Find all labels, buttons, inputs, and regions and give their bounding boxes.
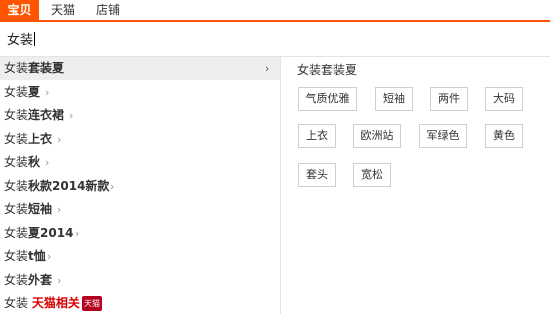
attribute-tag[interactable]: 两件 — [430, 87, 468, 111]
detail-title: 女装套装夏 — [297, 63, 358, 77]
suggestion-text: 女装秋 — [4, 151, 40, 174]
suggestion-text: 女装夏2014 — [4, 222, 73, 245]
suggestion-text: 女装外套 — [4, 269, 52, 292]
search-scope-tabs: 宝贝 天猫 店铺 — [0, 0, 550, 22]
suggestion-completion: 夏 — [28, 84, 41, 99]
suggestion-completion: t恤 — [28, 249, 46, 263]
attribute-tag[interactable]: 宽松 — [353, 163, 391, 187]
suggestion-text: 女装连衣裙 — [4, 104, 64, 127]
attribute-tag[interactable]: 大码 — [485, 87, 523, 111]
suggestion-completion: 秋款2014新款 — [28, 178, 110, 193]
tmall-related-label: 天猫相关 — [31, 296, 80, 310]
panel-divider — [280, 57, 281, 314]
attribute-tag[interactable]: 气质优雅 — [298, 87, 357, 111]
suggestion-prefix: 女装 — [4, 272, 29, 287]
suggestion-prefix: 女装 — [4, 108, 29, 122]
chevron-right-icon: › — [45, 156, 50, 169]
suggestion-prefix: 女装 — [4, 155, 29, 169]
suggestion-prefix: 女装 — [4, 61, 29, 75]
suggestion-text: 女装夏 — [4, 81, 40, 104]
suggestion-prefix: 女装 — [4, 249, 29, 263]
suggestion-prefix: 女装 — [4, 202, 29, 216]
suggestion-item[interactable]: 女装套装夏 › — [0, 57, 280, 80]
suggestion-completion: 外套 — [28, 272, 53, 287]
suggestion-text: 女装t恤 — [4, 245, 46, 268]
tab-baobei[interactable]: 宝贝 — [0, 0, 39, 22]
suggestion-prefix: 女装 — [4, 225, 29, 240]
suggestion-text: 女装 天猫相关 — [4, 292, 80, 314]
suggestion-completion: 连衣裙 — [28, 108, 65, 122]
suggestion-item[interactable]: 女装夏2014 › — [0, 222, 280, 245]
suggestion-completion: 短袖 — [28, 202, 53, 216]
suggestion-completion: 套装夏 — [28, 61, 65, 75]
chevron-right-icon: › — [45, 85, 50, 99]
attribute-tag[interactable]: 短袖 — [375, 87, 413, 111]
suggestion-item-tmall[interactable]: 女装 天猫相关 天猫 — [0, 292, 280, 314]
attribute-tag[interactable]: 黄色 — [485, 124, 523, 148]
suggestion-text: 女装上衣 — [4, 128, 52, 151]
chevron-right-icon: › — [57, 132, 62, 146]
chevron-right-icon: › — [57, 273, 62, 287]
suggestion-item[interactable]: 女装上衣 › — [0, 128, 280, 151]
suggestion-completion: 秋 — [28, 155, 41, 169]
suggestion-item[interactable]: 女装t恤 › — [0, 245, 280, 268]
suggestion-text: 女装短袖 — [4, 198, 52, 221]
suggestion-item[interactable]: 女装短袖 › — [0, 198, 280, 221]
chevron-right-icon: › — [110, 179, 115, 193]
chevron-right-icon: › — [47, 250, 52, 263]
tmall-cat-icon: 天猫 — [82, 296, 102, 311]
tab-tmall[interactable]: 天猫 — [46, 0, 80, 22]
suggestion-text: 女装秋款2014新款 — [4, 175, 109, 198]
search-input[interactable]: 女装 — [7, 32, 36, 49]
suggestion-completion: 夏2014 — [28, 225, 74, 240]
chevron-right-icon: › — [265, 62, 270, 75]
chevron-right-icon: › — [75, 226, 80, 240]
attribute-tag[interactable]: 上衣 — [298, 124, 336, 148]
search-input-text: 女装 — [7, 33, 34, 48]
attribute-tag[interactable]: 军绿色 — [419, 124, 467, 148]
suggestion-prefix: 女装 — [4, 296, 29, 310]
tab-shops[interactable]: 店铺 — [91, 0, 125, 22]
attribute-tag[interactable]: 欧洲站 — [353, 124, 401, 148]
suggestion-item[interactable]: 女装连衣裙 › — [0, 104, 280, 127]
suggestion-text: 女装套装夏 — [4, 57, 64, 80]
suggestion-prefix: 女装 — [4, 131, 29, 146]
search-box[interactable]: 女装 — [0, 24, 550, 57]
suggestion-completion: 上衣 — [28, 131, 53, 146]
suggestion-prefix: 女装 — [4, 178, 29, 193]
suggestion-item[interactable]: 女装外套 › — [0, 269, 280, 292]
suggestion-item[interactable]: 女装秋款2014新款 › — [0, 175, 280, 198]
chevron-right-icon: › — [57, 203, 62, 216]
suggestion-item[interactable]: 女装夏 › — [0, 81, 280, 104]
suggestion-item[interactable]: 女装秋 › — [0, 151, 280, 174]
text-caret — [34, 32, 36, 46]
suggestion-prefix: 女装 — [4, 84, 29, 99]
chevron-right-icon: › — [69, 109, 74, 122]
attribute-tag[interactable]: 套头 — [298, 163, 336, 187]
